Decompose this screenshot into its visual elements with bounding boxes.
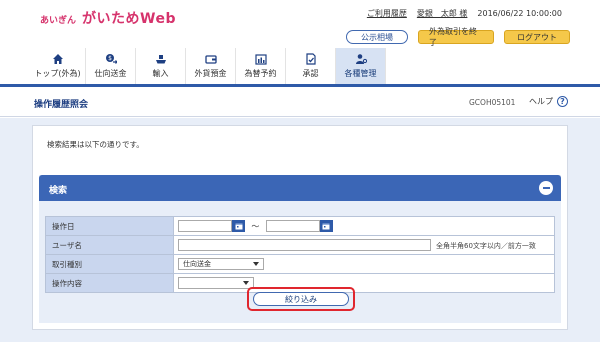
chevron-down-icon (253, 262, 259, 266)
nav-item-management[interactable]: 各種管理 (336, 48, 386, 84)
calendar-icon[interactable] (232, 220, 245, 232)
home-icon (52, 53, 64, 65)
approval-icon (305, 53, 317, 65)
header: あいぎん がいためWeb ご利用履歴 愛銀 太郎 様 2016/06/22 10… (0, 0, 600, 86)
operation-content-select[interactable] (178, 277, 254, 289)
nav-item-fx-deposit[interactable]: 外貨預金 (186, 48, 236, 84)
transaction-type-cell: 仕向送金 (173, 254, 555, 274)
main-nav: トップ(外為) $ 仕向送金 輸入 外貨預金 為替予約 承認 各種管理 (30, 48, 386, 84)
help-link[interactable]: ヘルプ ? (529, 96, 568, 107)
search-title: 検索 (49, 186, 68, 196)
operation-content-cell (173, 273, 555, 293)
minus-icon (542, 187, 550, 189)
logo-bank-name: あいぎん (40, 16, 77, 26)
ship-icon (155, 53, 167, 65)
transaction-type-label: 取引種別 (45, 254, 174, 274)
logo-service-name: がいためWeb (82, 11, 176, 27)
calendar-icon[interactable] (319, 220, 333, 232)
nav-item-label: 為替予約 (244, 69, 277, 78)
bank-logo[interactable]: あいぎん がいためWeb (40, 8, 176, 28)
nav-item-label: 承認 (302, 69, 319, 78)
header-buttons: 公示相場 外為取引を終了 ログアウト (346, 27, 570, 47)
date-from-input[interactable] (178, 220, 232, 232)
chevron-down-icon (243, 281, 249, 285)
page-title-bar: 操作履歴照会 GCOH05101 ヘルプ ? (0, 87, 600, 117)
public-rate-button[interactable]: 公示相場 (346, 30, 408, 44)
user-name-hint: 全角半角60文字以内／前方一致 (436, 242, 536, 250)
nav-item-fx-contract[interactable]: 為替予約 (236, 48, 286, 84)
exit-fx-button[interactable]: 外為取引を終了 (418, 27, 494, 47)
nav-item-top[interactable]: トップ(外為) (30, 48, 86, 84)
wallet-icon (204, 53, 217, 65)
operation-date-cell: ～ (173, 216, 555, 236)
help-label: ヘルプ (529, 97, 553, 106)
operation-date-label: 操作日 (45, 216, 174, 236)
form-row-transaction-type: 取引種別 仕向送金 (45, 254, 555, 274)
result-message: 検索結果は以下の通りです。 (47, 140, 144, 149)
date-to-input[interactable] (265, 220, 320, 232)
nav-item-approval[interactable]: 承認 (286, 48, 336, 84)
nav-item-label: トップ(外為) (34, 69, 81, 78)
calendar-chart-icon (254, 53, 267, 65)
nav-item-remittance[interactable]: $ 仕向送金 (86, 48, 136, 84)
page-title: 操作履歴照会 (34, 100, 89, 110)
screen-id: GCOH05101 (469, 98, 516, 107)
collapse-button[interactable] (539, 181, 553, 195)
logout-button[interactable]: ログアウト (504, 30, 570, 44)
form-row-operation-date: 操作日 ～ (45, 216, 555, 236)
range-separator: ～ (251, 221, 260, 231)
user-name-input[interactable] (178, 239, 431, 251)
user-name[interactable]: 愛銀 太郎 様 (417, 8, 468, 19)
user-settings-icon (355, 53, 367, 65)
operation-content-label: 操作内容 (45, 273, 174, 293)
search-header: 検索 (39, 175, 561, 201)
nav-item-import[interactable]: 輸入 (136, 48, 186, 84)
transaction-type-value: 仕向送金 (183, 260, 211, 268)
nav-item-label: 仕向送金 (94, 69, 127, 78)
filter-button-highlight: 絞り込み (247, 287, 355, 311)
nav-item-label: 各種管理 (344, 69, 377, 78)
usage-history-link[interactable]: ご利用履歴 (367, 8, 407, 19)
search-form: 操作日 ～ ユーザ名 全角半角60文字以内／前方一致 取引種別 仕向送金 操作内… (45, 216, 555, 293)
transaction-type-select[interactable]: 仕向送金 (178, 258, 264, 270)
login-datetime: 2016/06/22 10:00:00 (477, 9, 562, 18)
coin-transfer-icon: $ (105, 53, 117, 65)
user-name-cell: 全角半角60文字以内／前方一致 (173, 235, 555, 255)
filter-button[interactable]: 絞り込み (253, 292, 349, 306)
svg-text:$: $ (108, 55, 112, 62)
nav-item-label: 外貨預金 (194, 69, 227, 78)
help-icon: ? (557, 96, 568, 107)
user-name-label: ユーザ名 (45, 235, 174, 255)
form-row-user-name: ユーザ名 全角半角60文字以内／前方一致 (45, 235, 555, 255)
user-info-line: ご利用履歴 愛銀 太郎 様 2016/06/22 10:00:00 (367, 8, 562, 19)
nav-item-label: 輸入 (152, 69, 169, 78)
